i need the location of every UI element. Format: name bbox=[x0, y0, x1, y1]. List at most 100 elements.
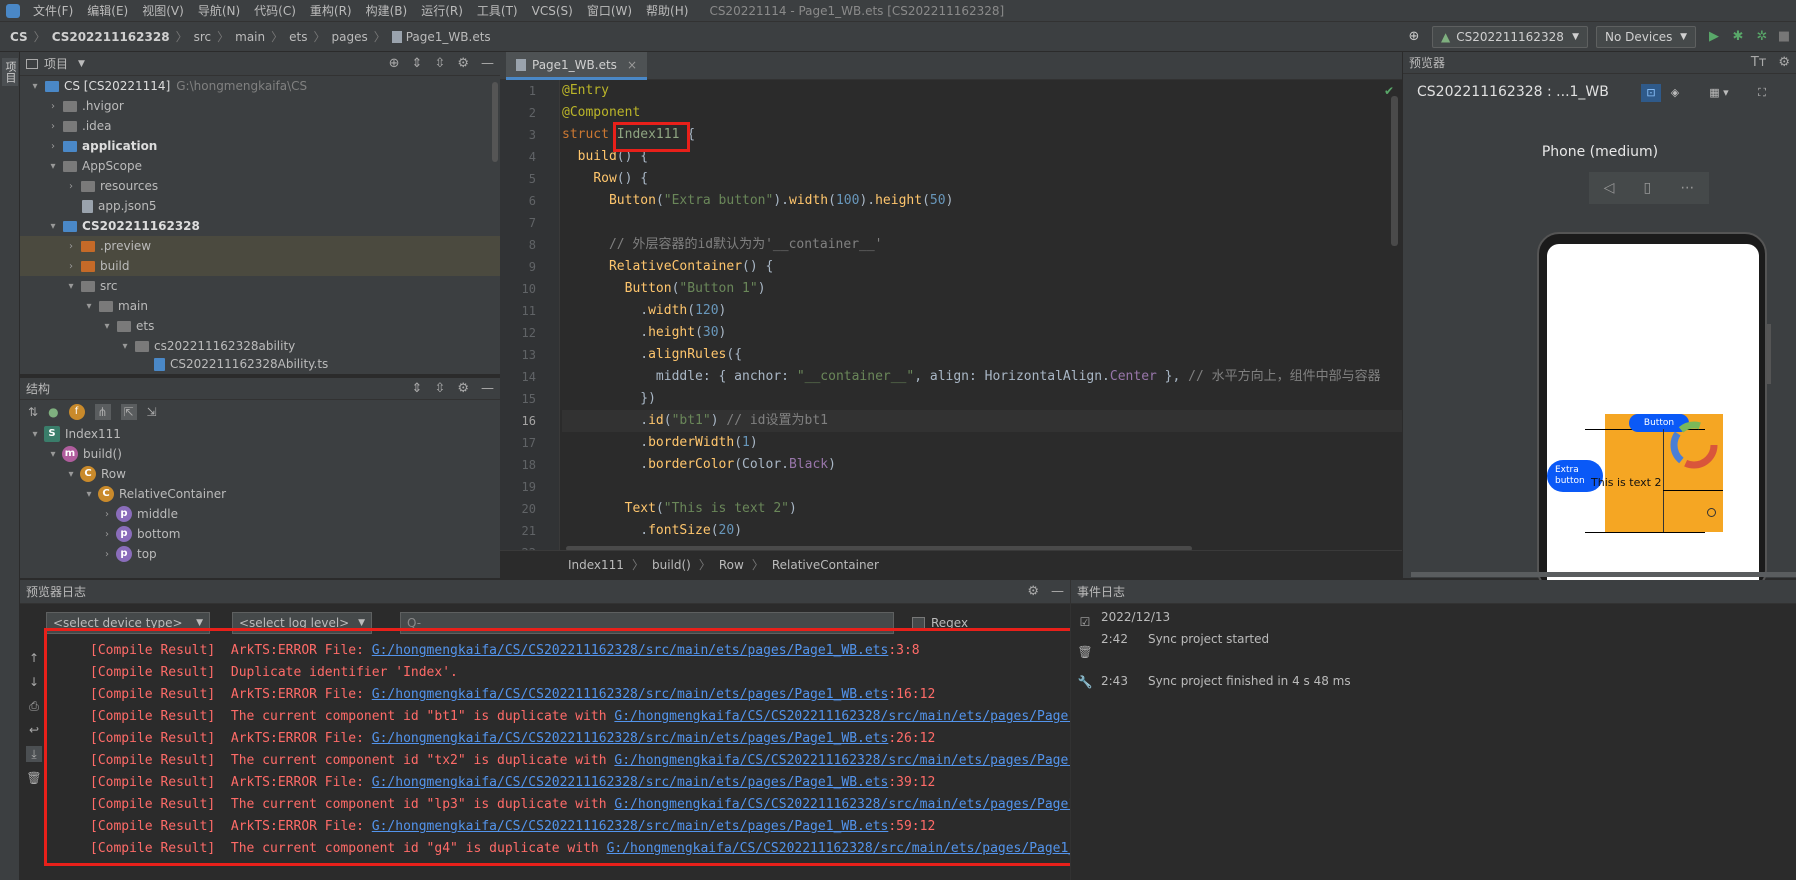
breadcrumb-item[interactable]: main bbox=[235, 30, 265, 44]
expand-all-icon[interactable]: ⇕ bbox=[412, 381, 423, 396]
device-select[interactable]: No Devices ▼ bbox=[1596, 26, 1696, 48]
menu-window[interactable]: 窗口(W) bbox=[580, 2, 639, 19]
stop-icon[interactable]: ■ bbox=[1776, 29, 1792, 45]
tree-item[interactable]: ▾ AppScope bbox=[20, 156, 500, 176]
run-config-select[interactable]: ▲ CS202211162328 ▼ bbox=[1432, 26, 1588, 48]
chevron-right-icon: › bbox=[105, 508, 109, 520]
breadcrumb-item[interactable]: src bbox=[194, 30, 212, 44]
structure-item[interactable]: ▾ C Row bbox=[20, 464, 500, 484]
line-number: 1 bbox=[528, 84, 536, 98]
tree-item[interactable]: › resources bbox=[20, 176, 500, 196]
code-crumb[interactable]: Row bbox=[719, 558, 744, 572]
breadcrumb-item[interactable]: CS bbox=[10, 30, 28, 44]
menu-refactor[interactable]: 重构(R) bbox=[303, 2, 359, 19]
menu-navigate[interactable]: 导航(N) bbox=[191, 2, 247, 19]
tree-item[interactable]: › application bbox=[20, 136, 500, 156]
run-icon[interactable]: ▶ bbox=[1706, 29, 1722, 45]
code-crumb[interactable]: build() bbox=[652, 558, 691, 572]
collapse-all-icon[interactable]: ⇳ bbox=[434, 56, 445, 71]
tree-item[interactable]: ▾ main bbox=[20, 296, 500, 316]
structure-item[interactable]: › p bottom bbox=[20, 524, 500, 544]
collapse-all-icon[interactable]: ⇳ bbox=[434, 381, 445, 396]
trash-icon[interactable]: 🗑 bbox=[26, 770, 42, 786]
autoscroll-from-source-icon[interactable]: ⇲ bbox=[147, 405, 157, 419]
tree-item[interactable]: app.json5 bbox=[20, 196, 500, 216]
tree-item[interactable]: › .hvigor bbox=[20, 96, 500, 116]
grid-icon[interactable]: ▦ ▾ bbox=[1703, 84, 1735, 102]
rotate-icon[interactable]: ▯ bbox=[1644, 180, 1652, 196]
tree-item[interactable]: › .preview bbox=[20, 236, 500, 256]
target-icon[interactable]: ⊕ bbox=[1406, 29, 1422, 45]
filter-icon[interactable]: f bbox=[68, 404, 85, 420]
gear-icon[interactable]: ⚙ bbox=[457, 56, 469, 71]
phone-screen[interactable]: Button Extra button This is text 2 bbox=[1547, 244, 1759, 589]
tree-item[interactable]: ▾ src bbox=[20, 276, 500, 296]
font-size-icon[interactable]: Tт bbox=[1751, 55, 1767, 70]
arrow-down-icon[interactable]: ↓ bbox=[26, 674, 42, 690]
tree-item[interactable]: ▾ CS [CS20221114] G:\hongmengkaifa\CS bbox=[20, 76, 500, 96]
print-icon[interactable]: ⎙ bbox=[26, 698, 42, 714]
layers-icon[interactable]: ◈ bbox=[1665, 84, 1685, 102]
soft-wrap-icon[interactable]: ↩ bbox=[26, 722, 42, 738]
close-icon[interactable]: × bbox=[627, 58, 637, 72]
chevron-down-icon: ▼ bbox=[196, 618, 203, 628]
gear-icon[interactable]: ⚙ bbox=[457, 381, 469, 396]
tree-item[interactable]: › .idea bbox=[20, 116, 500, 136]
chevron-right-icon: › bbox=[69, 260, 73, 272]
tree-item[interactable]: › build bbox=[20, 256, 500, 276]
scrollbar[interactable] bbox=[1391, 96, 1398, 246]
locate-icon[interactable]: ⊕ bbox=[389, 56, 400, 71]
minimize-icon[interactable]: — bbox=[481, 381, 494, 396]
menu-build[interactable]: 构建(B) bbox=[359, 2, 415, 19]
minimize-icon[interactable]: — bbox=[481, 56, 494, 71]
gear-icon[interactable]: ⚙ bbox=[1778, 55, 1790, 70]
structure-item[interactable]: › p middle bbox=[20, 504, 500, 524]
menu-help[interactable]: 帮助(H) bbox=[639, 2, 695, 19]
arrow-up-icon[interactable]: ↑ bbox=[26, 650, 42, 666]
breadcrumb-item[interactable]: ets bbox=[289, 30, 307, 44]
autoscroll-to-source-icon[interactable]: ⇱ bbox=[120, 404, 137, 420]
breadcrumb-item[interactable]: pages bbox=[331, 30, 367, 44]
show-fields-icon[interactable]: ● bbox=[48, 405, 58, 419]
minimize-icon[interactable]: — bbox=[1051, 584, 1064, 599]
tree-item[interactable]: ▾ ets bbox=[20, 316, 500, 336]
sort-icon[interactable]: ⇅ bbox=[28, 405, 38, 419]
horizontal-scrollbar[interactable] bbox=[1411, 572, 1796, 577]
breadcrumb-item[interactable]: Page1_WB.ets bbox=[406, 30, 491, 44]
tab-project[interactable]: 项目 bbox=[2, 58, 18, 86]
trash-icon[interactable]: 🗑 bbox=[1077, 644, 1093, 660]
menu-vcs[interactable]: VCS(S) bbox=[525, 4, 580, 18]
debug-icon[interactable]: ✱ bbox=[1730, 29, 1746, 45]
fit-screen-icon[interactable]: ⛶ bbox=[1753, 84, 1771, 102]
menu-tools[interactable]: 工具(T) bbox=[470, 2, 525, 19]
inherited-icon[interactable]: ⋔ bbox=[94, 404, 111, 420]
tree-item[interactable]: ▾ CS202211162328 bbox=[20, 216, 500, 236]
scroll-to-end-icon[interactable]: ⤓ bbox=[26, 746, 42, 762]
structure-item[interactable]: ▾ S Index111 bbox=[20, 424, 500, 444]
wrench-icon[interactable]: 🔧 bbox=[1077, 674, 1093, 690]
menu-file[interactable]: 文件(F) bbox=[26, 2, 80, 19]
gear-icon[interactable]: ⚙ bbox=[1027, 584, 1039, 599]
attach-debugger-icon[interactable]: ✲ bbox=[1754, 29, 1770, 45]
project-panel-title[interactable]: 项目 bbox=[44, 55, 68, 72]
expand-all-icon[interactable]: ⇕ bbox=[412, 56, 423, 71]
code-crumb[interactable]: Index111 bbox=[568, 558, 624, 572]
editor-tab[interactable]: Page1_WB.ets × bbox=[506, 52, 647, 80]
inspector-icon[interactable]: ⊡ bbox=[1641, 84, 1661, 102]
tree-item[interactable]: CS202211162328Ability.ts bbox=[20, 354, 500, 374]
structure-item[interactable]: ▾ C RelativeContainer bbox=[20, 484, 500, 504]
code-crumb[interactable]: RelativeContainer bbox=[772, 558, 879, 572]
menu-edit[interactable]: 编辑(E) bbox=[80, 2, 135, 19]
breadcrumb-item[interactable]: CS202211162328 bbox=[52, 30, 170, 44]
structure-item[interactable]: ▾ m build() bbox=[20, 444, 500, 464]
more-icon[interactable]: ⋯ bbox=[1680, 180, 1694, 196]
menu-view[interactable]: 视图(V) bbox=[135, 2, 191, 19]
tree-item[interactable]: ▾ cs202211162328ability bbox=[20, 336, 500, 356]
menu-run[interactable]: 运行(R) bbox=[414, 2, 470, 19]
chevron-down-icon[interactable]: ▼ bbox=[78, 59, 85, 69]
structure-item[interactable]: › p top bbox=[20, 544, 500, 564]
menu-code[interactable]: 代码(C) bbox=[247, 2, 303, 19]
mark-read-icon[interactable]: ☑ bbox=[1077, 614, 1093, 630]
scrollbar[interactable] bbox=[492, 82, 498, 162]
back-icon[interactable]: ◁ bbox=[1604, 180, 1615, 196]
